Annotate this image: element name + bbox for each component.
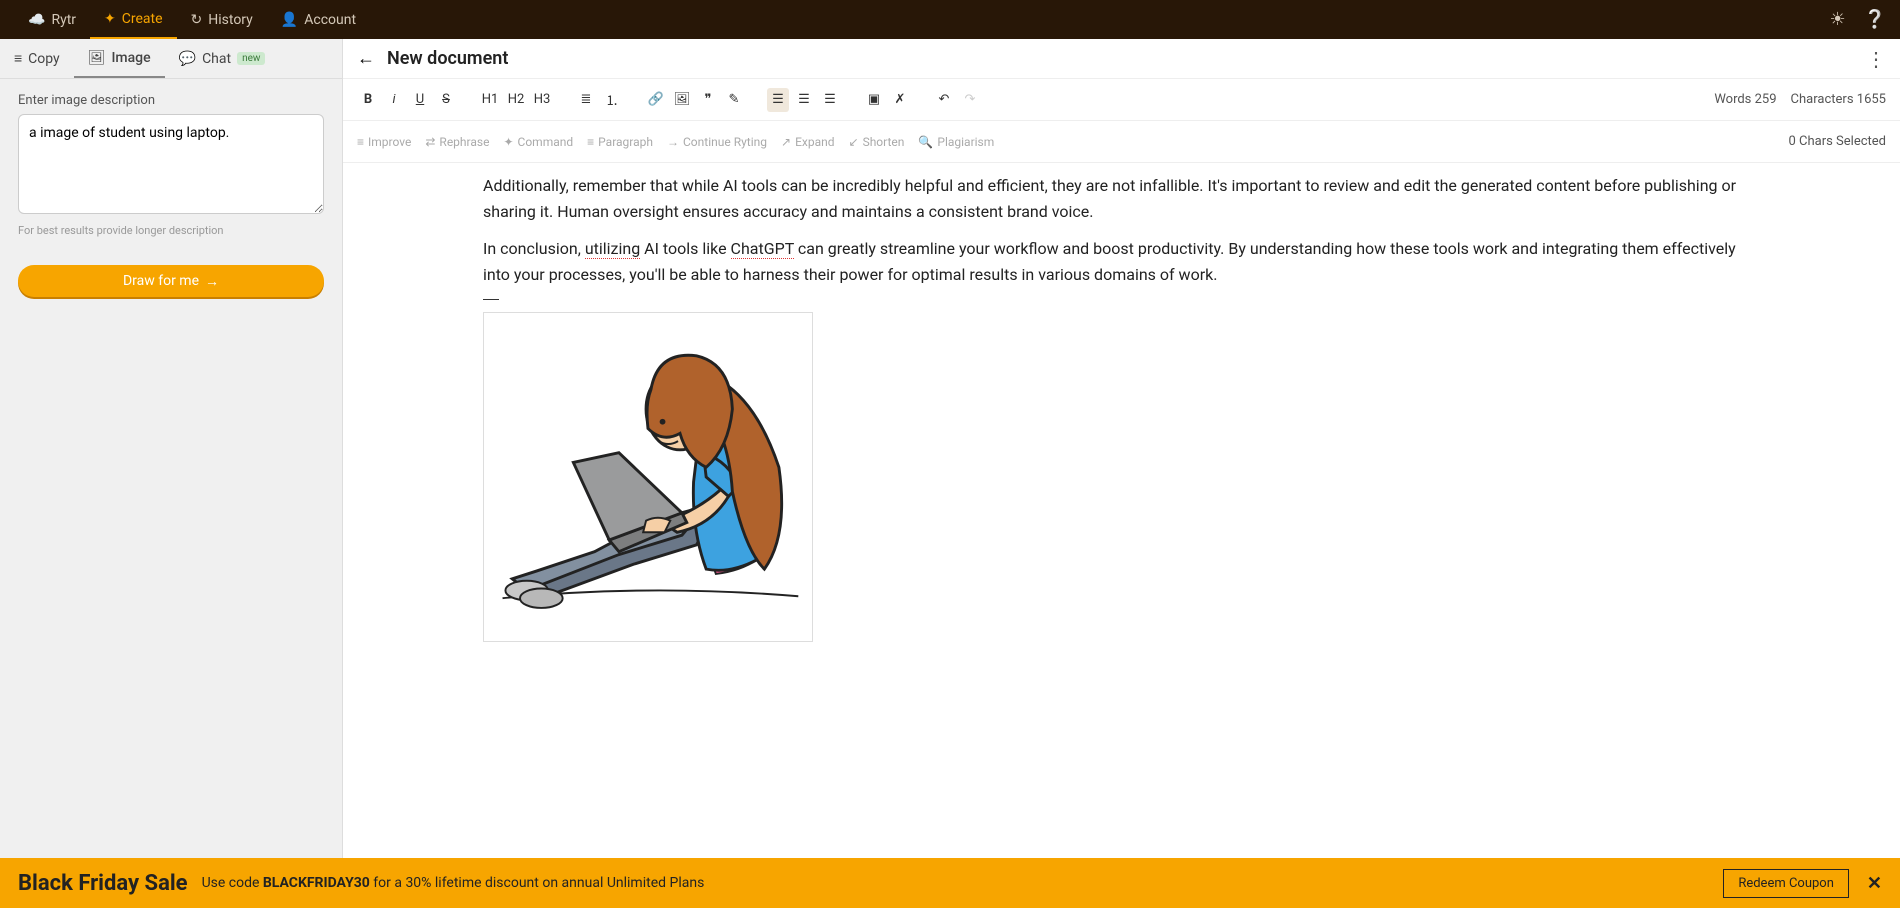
spell-underline: ChatGPT	[731, 239, 794, 259]
paragraph-icon: ≡	[587, 135, 594, 149]
promo-banner: Black Friday Sale Use code BLACKFRIDAY30…	[0, 858, 1900, 908]
select-all-icon[interactable]: ▣	[863, 88, 885, 112]
generated-image[interactable]	[483, 312, 813, 642]
nav-account[interactable]: 👤 Account	[267, 0, 370, 39]
numbered-list-icon[interactable]: ⒈	[601, 88, 623, 112]
chat-icon: 💬	[179, 51, 196, 67]
ai-improve[interactable]: ≡Improve	[357, 135, 411, 149]
bullet-list-icon[interactable]: ≣	[575, 88, 597, 112]
insert-image-icon[interactable]: 🖼	[671, 88, 693, 112]
highlight-icon[interactable]: ✎	[723, 88, 745, 112]
ai-command[interactable]: ✦Command	[503, 135, 573, 149]
banner-text: Use code BLACKFRIDAY30 for a 30% lifetim…	[202, 875, 705, 891]
h1-button[interactable]: H1	[479, 88, 501, 112]
back-arrow-icon[interactable]: ←	[357, 48, 375, 69]
ai-plagiarism[interactable]: 🔍Plagiarism	[918, 135, 994, 149]
align-left-icon[interactable]: ☰	[767, 88, 789, 112]
sparkle-icon: ✦	[104, 11, 116, 27]
new-badge: new	[237, 52, 265, 65]
arrow-right-icon: →	[205, 273, 219, 290]
align-right-icon[interactable]: ☰	[819, 88, 841, 112]
user-icon: 👤	[281, 12, 298, 28]
search-icon: 🔍	[918, 135, 933, 149]
nav-create-label: Create	[122, 11, 163, 27]
tab-image[interactable]: 🖼 Image	[74, 39, 165, 78]
shorten-icon: ↙	[849, 135, 859, 149]
nav-create[interactable]: ✦ Create	[90, 0, 177, 39]
wand-icon: ✦	[503, 135, 513, 149]
nav-history[interactable]: ↻ History	[177, 0, 267, 39]
tab-chat-label: Chat	[202, 51, 231, 67]
format-toolbar: B i U S H1 H2 H3 ≣ ⒈ 🔗 🖼 ❞ ✎ ☰	[343, 79, 1900, 121]
link-icon[interactable]: 🔗	[645, 88, 667, 112]
sidebar-tabs: ≡ Copy 🖼 Image 💬 Chat new	[0, 39, 342, 79]
help-icon[interactable]: ❔	[1864, 9, 1886, 30]
brand-logo[interactable]: ☁️ Rytr	[14, 0, 90, 39]
document-body[interactable]: Additionally, remember that while AI too…	[343, 163, 1900, 858]
draw-for-me-button[interactable]: Draw for me →	[18, 265, 324, 297]
history-icon: ↻	[191, 12, 203, 28]
menu-icon: ≡	[14, 50, 22, 67]
image-icon: 🖼	[88, 50, 106, 66]
student-laptop-illustration	[488, 317, 808, 637]
continue-icon: →	[667, 135, 679, 149]
chars-selected: 0 Chars Selected	[1788, 134, 1886, 149]
align-center-icon[interactable]: ☰	[793, 88, 815, 112]
quote-icon[interactable]: ❞	[697, 88, 719, 112]
char-count: Characters 1655	[1791, 92, 1886, 107]
paragraph-1: Additionally, remember that while AI too…	[483, 173, 1760, 224]
tab-image-label: Image	[111, 50, 150, 66]
ai-expand[interactable]: ↗Expand	[781, 135, 835, 149]
h3-button[interactable]: H3	[531, 88, 553, 112]
sidebar: ≡ Copy 🖼 Image 💬 Chat new Enter image de…	[0, 39, 343, 858]
draw-label: Draw for me	[123, 273, 199, 289]
rephrase-icon: ⇄	[425, 135, 435, 149]
improve-icon: ≡	[357, 135, 364, 149]
document-title: New document	[387, 48, 1866, 69]
editor-header: ← New document ⋮	[343, 39, 1900, 79]
divider	[483, 299, 499, 300]
editor-panel: ← New document ⋮ B i U S H1 H2 H3 ≣ ⒈ 🔗	[343, 39, 1900, 858]
tab-copy-label: Copy	[28, 51, 60, 67]
brand-label: Rytr	[51, 12, 76, 28]
desc-label: Enter image description	[18, 93, 324, 108]
nav-history-label: History	[208, 12, 253, 28]
theme-toggle-icon[interactable]: ☀	[1829, 9, 1845, 30]
tab-copy[interactable]: ≡ Copy	[0, 39, 74, 78]
redeem-coupon-button[interactable]: Redeem Coupon	[1723, 869, 1849, 898]
strike-button[interactable]: S	[435, 88, 457, 112]
ai-continue[interactable]: →Continue Ryting	[667, 135, 767, 149]
ai-paragraph[interactable]: ≡Paragraph	[587, 135, 653, 149]
ai-toolbar: ≡Improve ⇄Rephrase ✦Command ≡Paragraph →…	[343, 121, 1900, 163]
main-area: ≡ Copy 🖼 Image 💬 Chat new Enter image de…	[0, 39, 1900, 858]
desc-hint: For best results provide longer descript…	[18, 224, 324, 237]
h2-button[interactable]: H2	[505, 88, 527, 112]
cloud-icon: ☁️	[28, 12, 45, 28]
spell-underline: utilizing	[585, 239, 640, 259]
expand-icon: ↗	[781, 135, 791, 149]
top-navbar: ☁️ Rytr ✦ Create ↻ History 👤 Account ☀ ❔	[0, 0, 1900, 39]
nav-account-label: Account	[304, 12, 356, 28]
underline-button[interactable]: U	[409, 88, 431, 112]
more-menu-icon[interactable]: ⋮	[1866, 47, 1886, 71]
word-count: Words 259	[1714, 92, 1776, 107]
bold-button[interactable]: B	[357, 88, 379, 112]
tab-chat[interactable]: 💬 Chat new	[165, 39, 280, 78]
close-icon[interactable]: ✕	[1867, 873, 1882, 894]
ai-shorten[interactable]: ↙Shorten	[849, 135, 905, 149]
clear-format-icon[interactable]: ✗	[889, 88, 911, 112]
banner-title: Black Friday Sale	[18, 871, 188, 896]
paragraph-2: In conclusion, utilizing AI tools like C…	[483, 236, 1760, 287]
image-description-input[interactable]	[18, 114, 324, 214]
italic-button[interactable]: i	[383, 88, 405, 112]
undo-icon[interactable]: ↶	[933, 88, 955, 112]
ai-rephrase[interactable]: ⇄Rephrase	[425, 135, 489, 149]
redo-icon[interactable]: ↷	[959, 88, 981, 112]
